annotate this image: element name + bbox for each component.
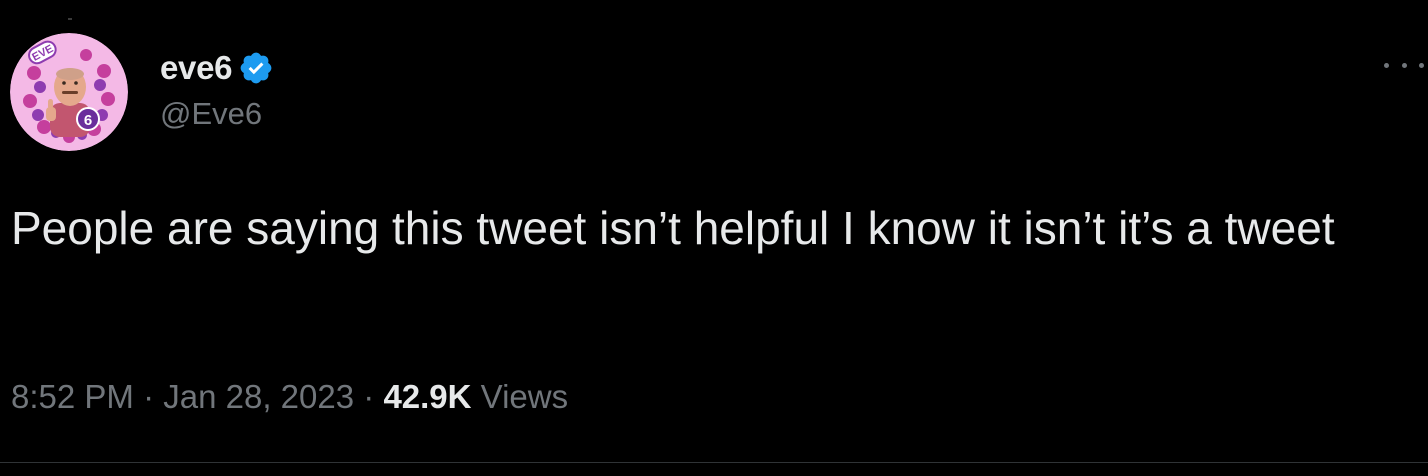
meta-separator: ·: [363, 378, 375, 415]
tweet-time[interactable]: 8:52 PM: [11, 378, 134, 415]
views-count: 42.9K: [383, 378, 472, 415]
more-options-icon[interactable]: [1384, 50, 1424, 80]
display-name[interactable]: eve6: [160, 49, 233, 87]
divider: [0, 462, 1428, 463]
verified-badge-icon[interactable]: [238, 50, 274, 86]
tweet-text: People are saying this tweet isn’t helpf…: [11, 202, 1335, 254]
more-dot: [1384, 62, 1389, 68]
avatar[interactable]: EVE 6: [10, 33, 128, 151]
avatar-image: EVE 6: [10, 33, 128, 151]
more-dot: [1401, 62, 1407, 68]
tweet-date[interactable]: Jan 28, 2023: [163, 378, 354, 415]
svg-text:6: 6: [84, 112, 92, 129]
more-dot: [1419, 62, 1424, 68]
meta-separator: ·: [143, 378, 155, 415]
user-handle[interactable]: @Eve6: [160, 96, 262, 132]
views-label: Views: [480, 378, 569, 415]
tweet-meta: 8:52 PM · Jan 28, 2023 · 42.9K Views: [11, 378, 568, 416]
user-name-row: eve6: [160, 48, 274, 88]
tweet: EVE 6 eve6 @Eve6 People are saying this …: [0, 0, 1428, 476]
